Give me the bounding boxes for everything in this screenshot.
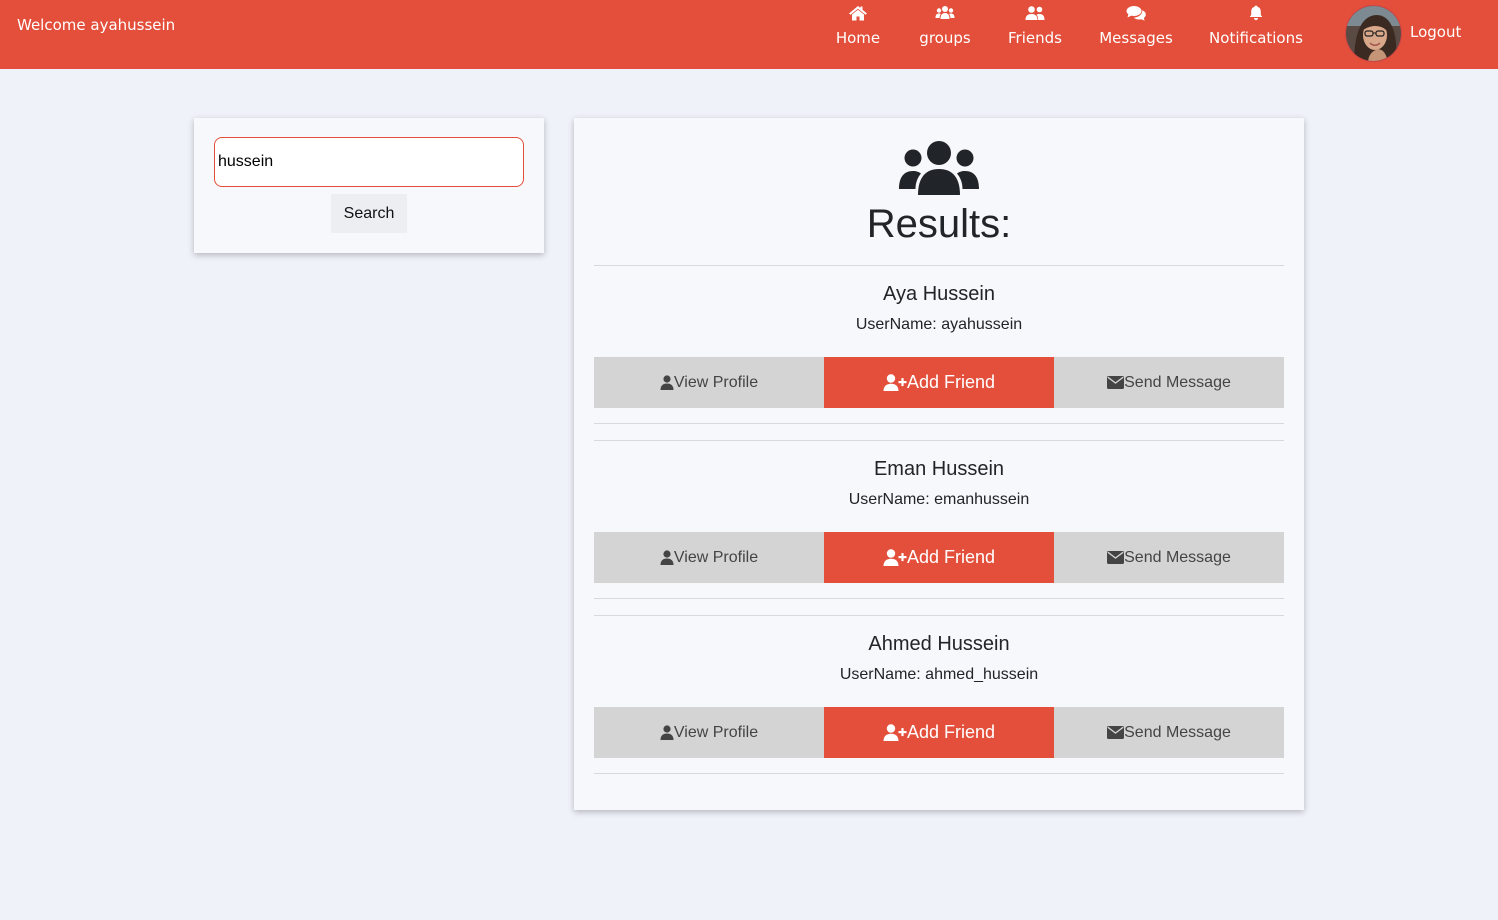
result-name: Eman Hussein <box>873 458 1005 480</box>
result-username: UserName: ahmed_hussein <box>839 666 1039 683</box>
divider <box>594 598 1284 599</box>
send-message-button[interactable]: Send Message <box>1054 357 1284 408</box>
result-username: UserName: ayahussein <box>855 316 1023 333</box>
bell-icon <box>1249 5 1263 21</box>
send-message-label: Send Message <box>1124 373 1231 391</box>
nav-friends-label: Friends <box>1008 29 1062 47</box>
envelope-icon <box>1107 551 1125 564</box>
divider <box>594 265 1284 266</box>
send-message-button[interactable]: Send Message <box>1054 532 1284 583</box>
search-input[interactable] <box>214 137 524 187</box>
nav-groups-label: groups <box>919 29 971 47</box>
divider <box>594 440 1284 441</box>
user-icon <box>660 725 674 740</box>
view-profile-label: View Profile <box>673 373 759 391</box>
nav-notifications-label: Notifications <box>1209 29 1303 47</box>
home-icon <box>849 6 867 21</box>
user-plus-icon <box>883 374 907 391</box>
nav-home-label: Home <box>835 29 881 47</box>
nav-notifications[interactable]: Notifications <box>1206 0 1306 69</box>
result-item: Eman Hussein UserName: emanhussein View … <box>594 458 1284 598</box>
users-icon <box>935 6 955 19</box>
add-friend-label: Add Friend <box>906 722 996 742</box>
results-title: Results: <box>866 202 1012 246</box>
view-profile-label: View Profile <box>673 548 759 566</box>
nav-groups[interactable]: groups <box>914 0 976 69</box>
send-message-label: Send Message <box>1124 723 1231 741</box>
envelope-icon <box>1107 376 1125 389</box>
divider <box>594 773 1284 774</box>
logout-link[interactable]: Logout <box>1410 23 1461 41</box>
view-profile-button[interactable]: View Profile <box>594 357 824 408</box>
user-plus-icon <box>883 549 907 566</box>
nav-friends[interactable]: Friends <box>1004 0 1066 69</box>
profile-avatar[interactable] <box>1345 5 1402 62</box>
result-item: Ahmed Hussein UserName: ahmed_hussein Vi… <box>594 633 1284 773</box>
add-friend-label: Add Friend <box>906 372 996 392</box>
result-item: Aya Hussein UserName: ayahussein View Pr… <box>594 283 1284 423</box>
users-icon <box>899 141 979 195</box>
result-username: UserName: emanhussein <box>848 491 1030 508</box>
divider <box>594 423 1284 424</box>
view-profile-label: View Profile <box>673 723 759 741</box>
send-message-label: Send Message <box>1124 548 1231 566</box>
add-friend-button[interactable]: Add Friend <box>824 532 1054 583</box>
user-icon <box>660 550 674 565</box>
nav-messages-label: Messages <box>1099 29 1173 47</box>
avatar-image <box>1346 6 1401 61</box>
user-plus-icon <box>883 724 907 741</box>
comments-icon <box>1126 6 1146 21</box>
result-name: Ahmed Hussein <box>868 633 1010 655</box>
divider <box>594 615 1284 616</box>
send-message-button[interactable]: Send Message <box>1054 707 1284 758</box>
search-button[interactable]: Search <box>331 194 407 233</box>
user-icon <box>660 375 674 390</box>
envelope-icon <box>1107 726 1125 739</box>
view-profile-button[interactable]: View Profile <box>594 707 824 758</box>
nav-home[interactable]: Home <box>830 0 886 69</box>
search-card: Search <box>194 118 544 253</box>
top-navbar: Welcome ayahussein Home groups Friends M… <box>0 0 1498 69</box>
results-card: Results: Aya Hussein UserName: ayahussei… <box>574 118 1304 810</box>
user-friends-icon <box>1025 6 1045 20</box>
nav-messages[interactable]: Messages <box>1098 0 1174 69</box>
result-name: Aya Hussein <box>883 283 995 305</box>
view-profile-button[interactable]: View Profile <box>594 532 824 583</box>
welcome-text: Welcome ayahussein <box>17 16 176 34</box>
add-friend-button[interactable]: Add Friend <box>824 707 1054 758</box>
add-friend-label: Add Friend <box>906 547 996 567</box>
add-friend-button[interactable]: Add Friend <box>824 357 1054 408</box>
